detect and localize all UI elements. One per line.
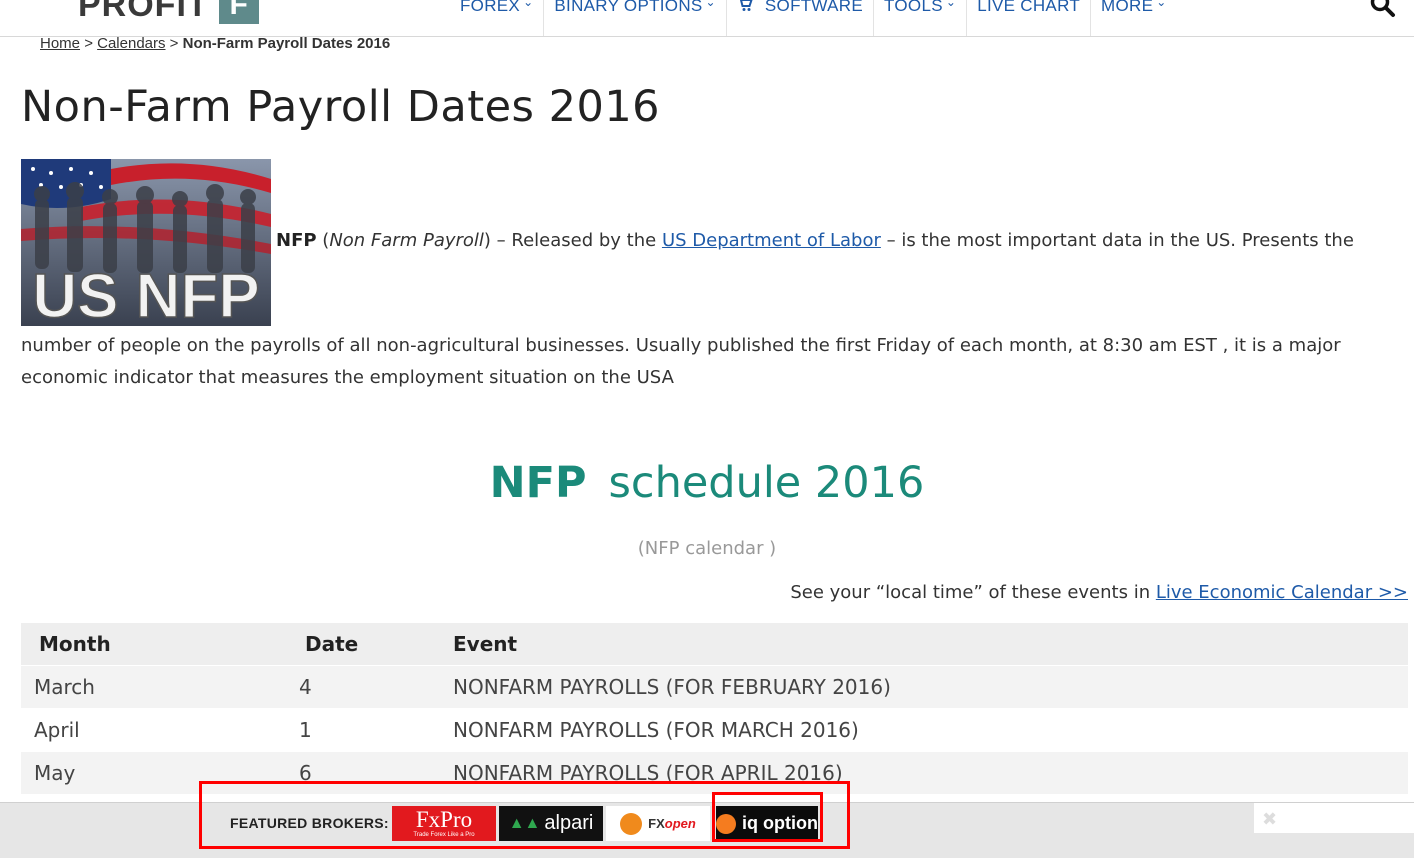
site-header: PROFIT F FOREX ⌄ BINARY OPTIONS ⌄ SOFTWA… [0,0,1414,37]
chevron-down-icon: ⌄ [523,0,534,9]
nav-tools[interactable]: TOOLS ⌄ [874,0,968,36]
nav-label: FOREX [460,0,521,15]
close-icon[interactable]: ✖ [1262,809,1277,830]
schedule-title-rest: schedule 2016 [608,458,925,508]
cell-event: NONFARM PAYROLLS (FOR FEBRUARY 2016) [453,675,891,699]
breadcrumb-separator: > [84,35,93,52]
schedule-subtitle: (NFP calendar ) [637,538,777,559]
iq-option-highlight-box [712,792,823,842]
nav-binary-options[interactable]: BINARY OPTIONS ⌄ [544,0,727,36]
intro-text1: ) – Released by the [483,230,662,251]
close-area [1254,803,1414,833]
logo-box: F [218,0,259,24]
nav-label: SOFTWARE [764,0,864,15]
schedule-title-bold: NFP [489,458,587,508]
column-header-date: Date [305,632,359,656]
live-economic-calendar-link[interactable]: Live Economic Calendar >> [1156,582,1408,603]
nav-label: BINARY OPTIONS [554,0,703,15]
column-header-month: Month [39,632,111,656]
chevron-down-icon: ⌄ [945,0,957,9]
table-row: March 4 NONFARM PAYROLLS (FOR FEBRUARY 2… [21,666,1408,709]
table-row: April 1 NONFARM PAYROLLS (FOR MARCH 2016… [21,709,1408,752]
breadcrumb-current: Non-Farm Payroll Dates 2016 [182,35,391,52]
nav-forex[interactable]: FOREX ⌄ [450,0,545,36]
breadcrumb-home[interactable]: Home [40,35,80,52]
us-nfp-image: US NFP [21,159,271,326]
page-title: Non-Farm Payroll Dates 2016 [21,82,661,132]
breadcrumb: Home > Calendars > Non-Farm Payroll Date… [40,35,390,52]
intro-text2: – is the most important data in the US. … [880,230,1354,251]
nav-software[interactable]: SOFTWARE [727,0,875,36]
nav-label: MORE [1101,0,1154,15]
nav-label: LIVE CHART [977,0,1081,15]
schedule-title: NFP schedule 2016 [0,458,1414,508]
search-icon[interactable] [1370,0,1396,18]
intro-paren: ( [316,230,330,251]
cell-date: 1 [299,718,312,742]
calendar-note: See your “local time” of these events in… [790,582,1408,603]
logo-text: PROFIT [78,0,209,24]
breadcrumb-calendars[interactable]: Calendars [97,35,165,52]
breadcrumb-separator: > [169,35,179,52]
intro-italic: Non Farm Payroll [329,230,484,251]
cell-event: NONFARM PAYROLLS (FOR MARCH 2016) [453,718,859,742]
cell-date: 4 [299,675,312,699]
nav-more[interactable]: MORE ⌄ [1091,0,1177,36]
nfp-schedule-table: Month Date Event March 4 NONFARM PAYROLL… [21,623,1408,795]
calendar-note-text: See your “local time” of these events in [790,582,1156,603]
intro-bold: NFP [276,230,317,251]
table-header-row: Month Date Event [21,623,1408,666]
cell-month: April [34,718,80,742]
nav-label: TOOLS [884,0,943,15]
cart-icon [737,0,753,17]
intro-paragraph: number of people on the payrolls of all … [21,335,1341,388]
cell-month: March [34,675,95,699]
main-nav: FOREX ⌄ BINARY OPTIONS ⌄ SOFTWARE TOOLS … [450,0,1177,36]
image-text: US NFP [32,262,259,326]
us-department-of-labor-link[interactable]: US Department of Labor [662,230,881,251]
nav-live-chart[interactable]: LIVE CHART [967,0,1092,36]
chevron-down-icon: ⌄ [705,0,716,9]
chevron-down-icon: ⌄ [1156,0,1167,9]
column-header-event: Event [453,632,518,656]
intro-first-line: NFP (Non Farm Payroll) – Released by the… [276,230,1354,251]
site-logo[interactable]: PROFIT F [78,0,259,24]
